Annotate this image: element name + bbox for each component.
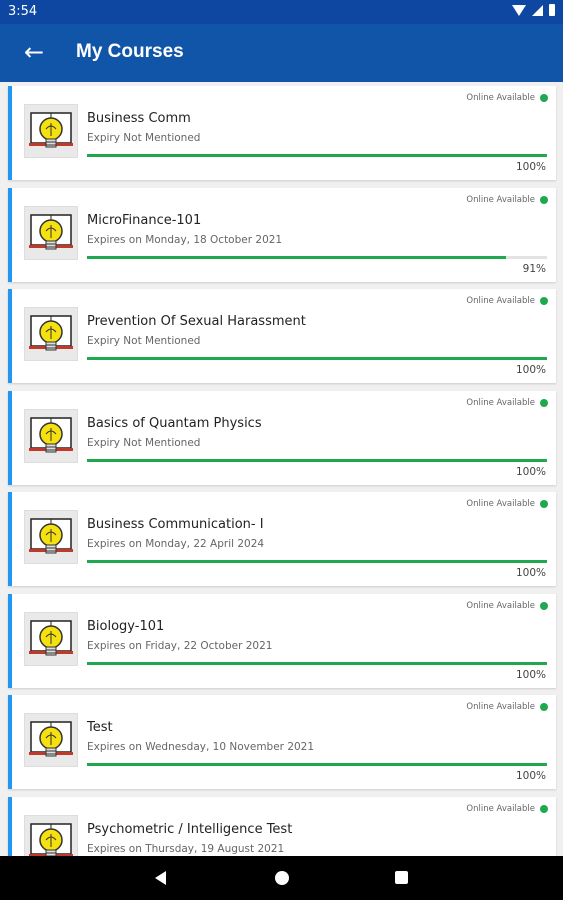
online-status-label: Online Available [466,194,535,205]
progress-percent: 100% [515,161,546,173]
battery-icon [549,4,555,16]
nav-back-icon[interactable] [155,871,166,885]
progress-bar [87,154,547,157]
progress-fill [87,154,547,157]
progress-fill [87,458,547,462]
course-thumbnail [24,205,78,260]
page-title: My Courses [76,41,184,62]
course-card[interactable]: Online Available Test Expires on Wednesday… [8,695,556,789]
status-bar: 3:54 [0,0,563,24]
course-title: Test [87,720,113,735]
status-icons [512,4,555,16]
online-status: Online Available [466,702,548,712]
online-status: Online Available [466,93,548,103]
course-title: Psychometric / Intelligence Test [87,821,293,837]
course-title: Biology-101 [87,618,165,634]
course-title: Business Comm [87,111,191,126]
course-expiry: Expires on Thursday, 19 August 2021 [87,842,285,855]
course-card[interactable]: Online Available Basics of Quantam Physic… [8,390,556,485]
course-card[interactable]: Online Available Prevention Of Sexual Har… [8,289,556,383]
course-thumbnail [24,307,78,361]
course-list[interactable]: Online Available Business Comm Expiry Not … [0,86,563,856]
online-status: Online Available [466,499,548,509]
progress-bar [87,560,547,563]
course-title: Basics of Quantam Physics [87,415,262,431]
app-bar: ← My Courses [0,24,563,82]
online-dot-icon [540,500,548,508]
progress-bar [87,661,547,665]
course-title: MicroFinance-101 [87,212,202,228]
online-status: Online Available [466,195,548,205]
nav-recents-icon[interactable] [395,871,408,884]
course-thumbnail [24,510,78,564]
progress-fill [87,560,547,563]
online-status-label: Online Available [466,499,535,509]
online-dot-icon [540,804,548,813]
course-title: Business Communication- I [87,517,264,532]
course-expiry: Expires on Monday, 22 April 2024 [87,538,265,550]
course-thumbnail [24,713,78,767]
course-expiry: Expiry Not Mentioned [87,335,201,347]
course-thumbnail [24,104,78,158]
online-status: Online Available [466,398,548,408]
progress-percent: 100% [515,465,546,478]
course-expiry: Expires on Friday, 22 October 2021 [87,639,273,652]
progress-fill [87,255,506,259]
online-dot-icon [540,601,548,610]
course-card[interactable]: Online Available Business Communication- … [8,492,556,586]
course-expiry: Expiry Not Mentioned [87,436,201,449]
progress-fill [87,661,547,665]
signal-icon [532,4,543,16]
course-card[interactable]: Online Available Biology-101 Expires on Fr… [8,593,556,688]
progress-bar [87,255,547,259]
progress-fill [87,357,547,360]
online-dot-icon [540,94,548,102]
progress-percent: 91% [522,262,546,275]
course-thumbnail [24,814,78,856]
system-nav-bar [0,856,563,900]
course-thumbnail [24,611,78,666]
progress-percent: 100% [515,567,546,579]
progress-fill [87,763,547,766]
online-status-label: Online Available [466,702,535,712]
wifi-icon [512,4,526,16]
nav-home-icon[interactable] [275,871,289,885]
status-time: 3:54 [8,4,38,19]
course-card[interactable]: Online Available Psychometric / Intellige… [8,796,556,856]
online-dot-icon [540,398,548,407]
online-status-label: Online Available [466,803,535,814]
online-status-label: Online Available [466,93,535,103]
online-dot-icon [540,195,548,204]
progress-percent: 100% [515,364,546,376]
course-expiry: Expires on Monday, 18 October 2021 [87,233,283,246]
course-expiry: Expires on Wednesday, 10 November 2021 [87,741,315,753]
course-title: Prevention Of Sexual Harassment [87,314,306,329]
course-card[interactable]: Online Available Business Comm Expiry Not … [8,86,556,180]
course-card[interactable]: Online Available MicroFinance-101 Expires … [8,187,556,282]
online-status: Online Available [466,804,548,814]
progress-bar [87,458,547,462]
progress-percent: 100% [515,770,546,782]
course-thumbnail [24,408,78,463]
online-status: Online Available [466,296,548,306]
back-arrow-icon[interactable]: ← [18,37,50,69]
progress-bar [87,763,547,766]
online-status: Online Available [466,601,548,611]
online-dot-icon [540,297,548,305]
online-status-label: Online Available [466,296,535,306]
online-dot-icon [540,703,548,711]
online-status-label: Online Available [466,600,535,611]
progress-bar [87,357,547,360]
online-status-label: Online Available [466,397,535,408]
progress-percent: 100% [515,668,546,681]
course-expiry: Expiry Not Mentioned [87,132,201,144]
